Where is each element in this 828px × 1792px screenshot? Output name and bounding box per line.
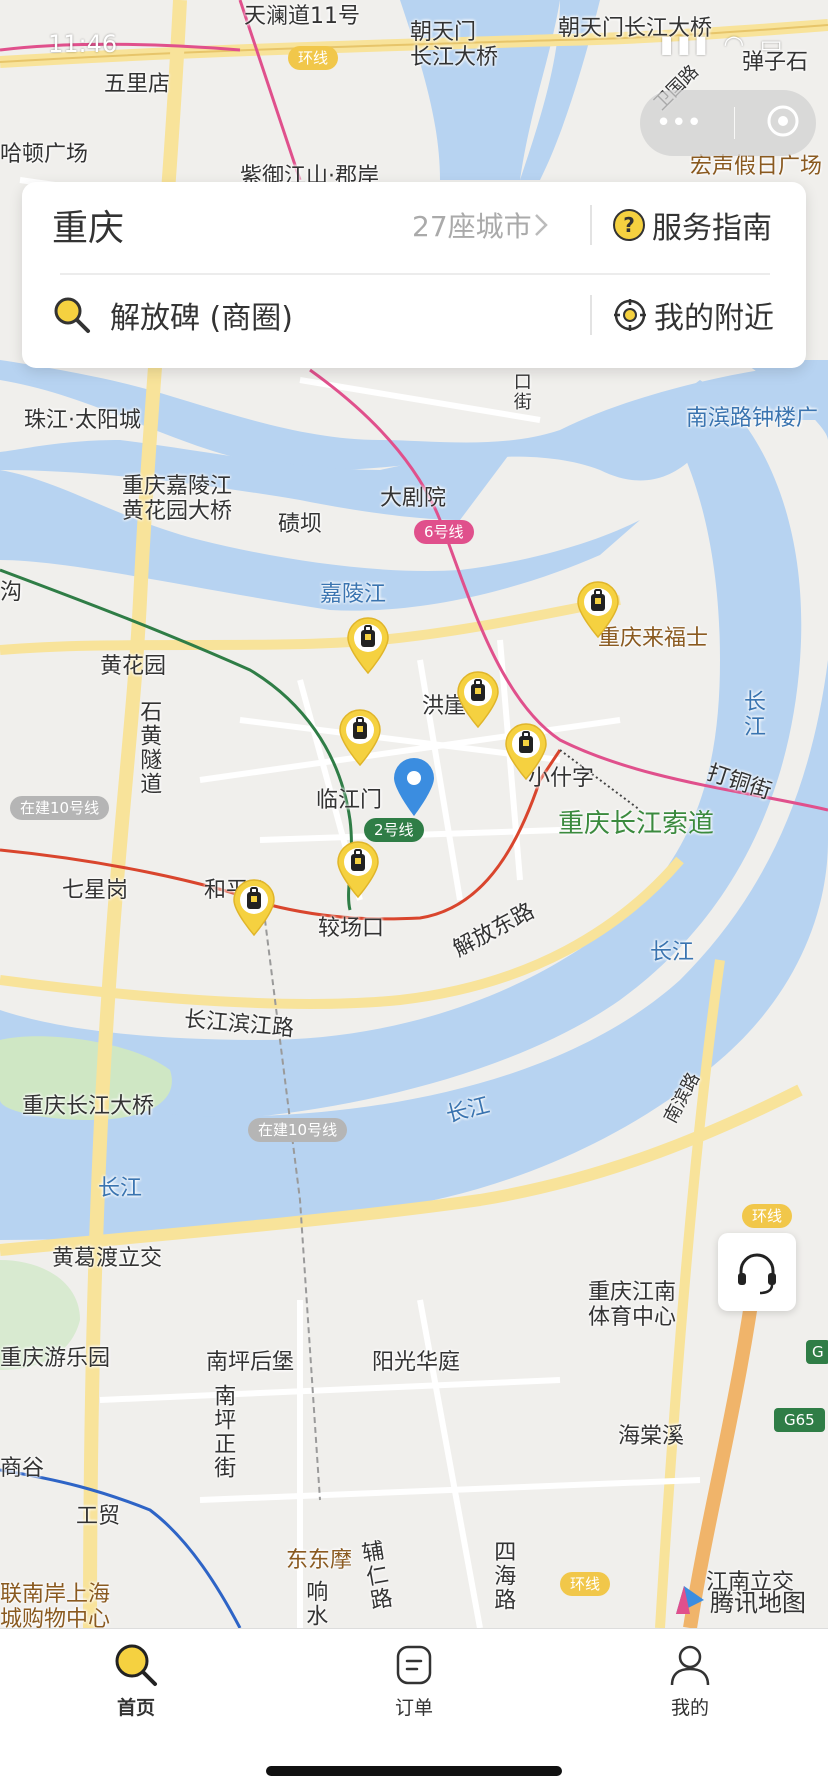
map-label-zhujiang: 珠江·太阳城 xyxy=(24,408,141,433)
map-label-huangge: 黄葛渡立交 xyxy=(52,1246,163,1271)
city-selector[interactable]: 重庆 xyxy=(52,199,124,251)
locate-icon xyxy=(614,299,646,331)
headset-icon xyxy=(738,1253,776,1295)
customer-support-button[interactable] xyxy=(718,1233,796,1311)
map-label-yangtze-3: 长江 xyxy=(98,1176,143,1201)
map-label-jiaochangkou: 较场口 xyxy=(318,916,385,941)
map-label-qixinggang: 七星岗 xyxy=(62,878,129,903)
storage-pin[interactable] xyxy=(456,670,500,729)
search-icon xyxy=(115,1644,157,1686)
map-label-linjiangmen: 临江门 xyxy=(316,788,383,813)
map-label-yangtze-1: 长江 xyxy=(650,940,695,965)
map-label-nanping: 南坪后堡 xyxy=(206,1350,295,1375)
map-label-cableway: 重庆长江索道 xyxy=(558,809,715,839)
map-label-xiangshui: 响水 xyxy=(302,1580,328,1628)
capsule-divider xyxy=(733,107,735,139)
map-label-jialing: 嘉陵江 xyxy=(320,582,387,607)
map-label-haitang: 海棠溪 xyxy=(618,1424,685,1449)
vertical-divider xyxy=(590,295,592,335)
tab-home[interactable]: 首页 xyxy=(66,1641,206,1720)
metro-line10-badge: 在建10号线 xyxy=(10,796,110,820)
highway-g-badge: G xyxy=(806,1340,828,1364)
map-provider-logo: 腾讯地图 xyxy=(670,1580,806,1620)
tab-orders-label: 订单 xyxy=(394,1697,433,1719)
search-icon xyxy=(54,297,90,333)
map-label-shanggu: 商谷 xyxy=(0,1456,45,1481)
storage-pin[interactable] xyxy=(338,708,382,767)
header-card: 重庆 27座城市 ? 服务指南 解放碑 (商圈) 我的附近 xyxy=(22,182,806,368)
tencent-map-icon xyxy=(676,1586,704,1614)
profile-icon xyxy=(670,1645,710,1686)
map-label-nanbin-bell: 南滨路钟楼广 xyxy=(686,406,819,431)
map-label-dongdongmo: 东东摩 xyxy=(286,1548,353,1573)
location-search-input[interactable]: 解放碑 (商圈) xyxy=(110,293,293,337)
chevron-right-icon xyxy=(534,214,548,236)
map-label-lianan: 联南岸上海 城购物中心 xyxy=(0,1582,111,1628)
storage-pin[interactable] xyxy=(346,616,390,675)
home-indicator xyxy=(266,1766,562,1776)
question-icon: ? xyxy=(613,209,645,241)
map-label-nanan-sports: 重庆江南 体育中心 xyxy=(588,1280,677,1331)
metro-line10-badge: 在建10号线 xyxy=(248,1118,348,1142)
map-label-huanghuayuan: 黄花园 xyxy=(100,654,167,679)
service-guide-label: 服务指南 xyxy=(652,211,772,246)
order-icon xyxy=(396,1645,432,1685)
more-icon[interactable]: ••• xyxy=(656,108,702,138)
map-label-gou: 沟 xyxy=(0,580,23,605)
current-location-pin xyxy=(392,756,436,822)
map-label-yangtze-v: 长 江 xyxy=(744,690,767,741)
nearby-button[interactable]: 我的附近 xyxy=(612,293,774,337)
search-row: 解放碑 (商圈) 我的附近 xyxy=(22,272,806,358)
map-label-chaotianmen-yangtze: 朝天门长江大桥 xyxy=(558,16,713,41)
storage-pin[interactable] xyxy=(504,722,548,781)
map-label-danzishi: 弹子石 xyxy=(742,50,809,75)
status-time: 11:46 xyxy=(48,30,118,58)
city-count-label: 27座城市 xyxy=(412,210,532,243)
map-label-qiqi: 碛坝 xyxy=(278,512,323,537)
ring-road-badge: 环线 xyxy=(742,1204,793,1228)
map-label-daju: 大剧院 xyxy=(380,486,447,511)
metro-line6-badge: 6号线 xyxy=(414,520,474,544)
map-label-amusement: 重庆游乐园 xyxy=(0,1346,111,1371)
ring-road-badge: 环线 xyxy=(288,46,339,70)
close-miniprogram-icon[interactable] xyxy=(766,104,800,142)
tab-home-label: 首页 xyxy=(116,1697,155,1719)
city-count-link[interactable]: 27座城市 xyxy=(412,205,550,245)
map-label-shihuang: 石黄隧道 xyxy=(136,700,162,796)
map-label-harbin: 哈顿广场 xyxy=(0,142,89,167)
map-label-sihai: 四海路 xyxy=(490,1540,516,1612)
svg-text:?: ? xyxy=(623,213,635,237)
map-label-gongmao: 工贸 xyxy=(76,1504,121,1529)
map-label-yangtze-bridge: 重庆长江大桥 xyxy=(22,1094,155,1119)
map-label-wulidian: 五里店 xyxy=(104,72,171,97)
storage-pin[interactable] xyxy=(232,878,276,937)
service-guide-button[interactable]: ? 服务指南 xyxy=(612,203,772,247)
map-label-yangguang: 阳光华庭 xyxy=(372,1350,461,1375)
tab-profile-label: 我的 xyxy=(670,1697,709,1719)
map-label-kouchong: 口街 xyxy=(510,372,532,412)
map-provider-label: 腾讯地图 xyxy=(710,1588,806,1617)
miniprogram-capsule: ••• xyxy=(640,90,816,156)
tab-orders[interactable]: 订单 xyxy=(344,1641,484,1720)
map-label-nanping-st: 南坪正街 xyxy=(210,1384,236,1480)
map-label-tianlan: 天澜道11号 xyxy=(244,4,360,29)
map-label-chaotianmen-bridge: 朝天门 长江大桥 xyxy=(410,20,499,71)
nearby-label: 我的附近 xyxy=(654,301,774,336)
vertical-divider xyxy=(590,205,592,245)
tab-profile[interactable]: 我的 xyxy=(620,1641,760,1720)
city-row: 重庆 27座城市 ? 服务指南 xyxy=(22,182,806,268)
highway-g65-badge: G65 xyxy=(774,1408,825,1432)
storage-pin[interactable] xyxy=(576,580,620,639)
map-label-hongsheng: 宏声假日广场 xyxy=(690,154,823,179)
storage-pin[interactable] xyxy=(336,840,380,899)
ring-road-badge: 环线 xyxy=(560,1572,611,1596)
map-label-huayuan-bridge: 重庆嘉陵江 黄花园大桥 xyxy=(122,474,233,525)
map-view[interactable]: 11:46 ▮▮▮ ◠ ▭ 天澜道11号 朝天门 长江大桥 朝天门长江大桥 弹子… xyxy=(0,0,828,1628)
